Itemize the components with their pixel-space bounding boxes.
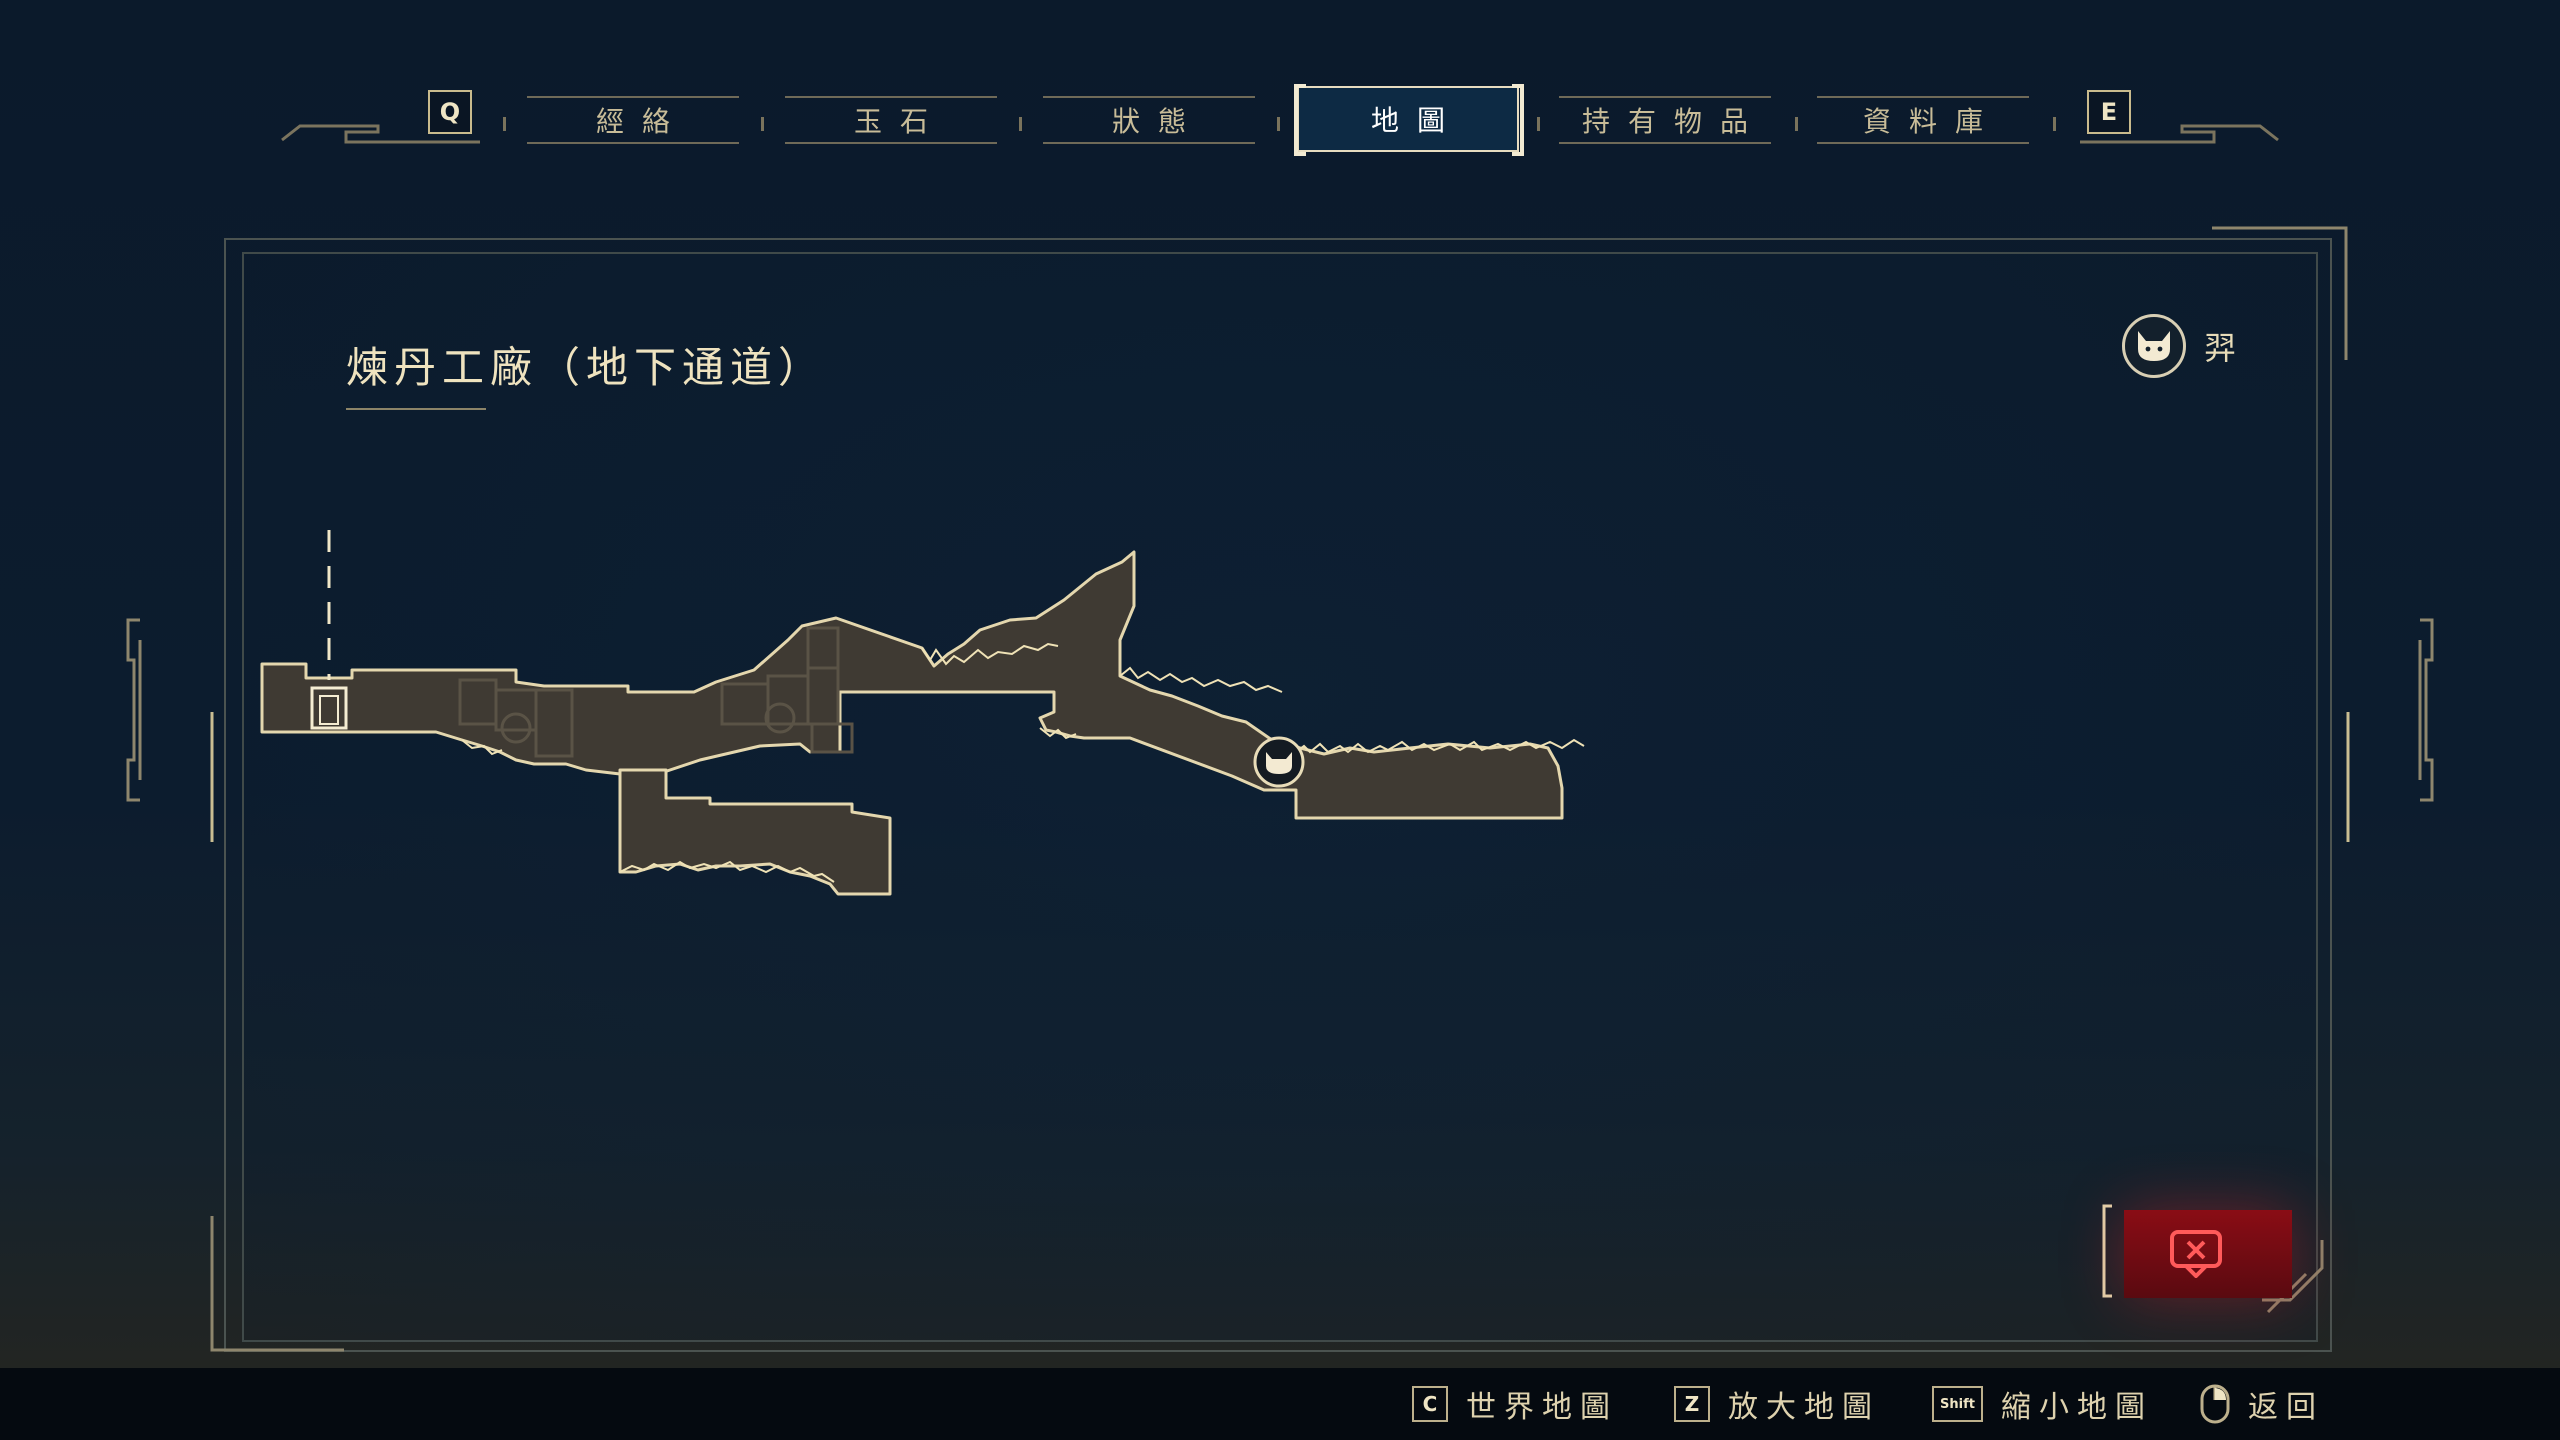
hint-label: 返回	[2248, 1390, 2324, 1425]
map-room-shapes	[260, 550, 1564, 896]
map-corridor-west	[260, 550, 1564, 820]
remove-marker-button[interactable]	[2124, 1210, 2292, 1298]
key-shift: Shift	[1932, 1386, 1983, 1422]
map-corridor-south	[618, 768, 892, 896]
hint-world-map[interactable]: C 世界地圖	[1412, 1382, 1618, 1426]
hint-label: 世界地圖	[1466, 1390, 1618, 1425]
map-marker-remove-icon	[2170, 1230, 2222, 1278]
hint-zoom-out[interactable]: Shift 縮小地圖	[1932, 1382, 2153, 1426]
hint-zoom-in[interactable]: Z 放大地圖	[1674, 1382, 1880, 1426]
hint-back[interactable]: 返回	[2200, 1382, 2324, 1426]
door-icon[interactable]	[310, 686, 348, 730]
hint-label: 放大地圖	[1728, 1390, 1880, 1425]
controls-bar	[0, 1368, 2560, 1440]
player-position-marker	[1253, 736, 1305, 788]
key-c: C	[1412, 1386, 1448, 1422]
hint-label: 縮小地圖	[2000, 1390, 2153, 1425]
key-z: Z	[1674, 1386, 1710, 1422]
mouse-right-icon	[2200, 1384, 2230, 1424]
